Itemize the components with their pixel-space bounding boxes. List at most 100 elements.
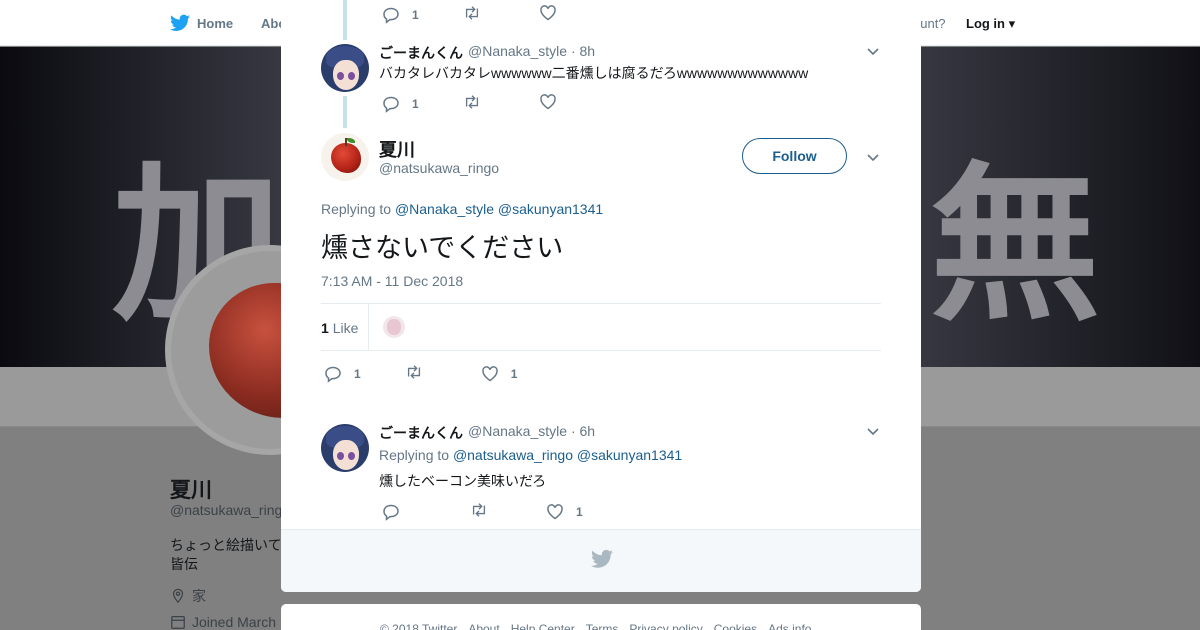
likes-count[interactable]: 1 Like [321,320,358,336]
reply-count: 1 [354,366,361,381]
likes-number: 1 [321,320,329,336]
avatar-eye [348,72,355,80]
avatar[interactable] [321,424,369,472]
handle-text: @Nanaka_style [468,43,568,59]
liker-avatar[interactable] [383,316,405,338]
tweet-text: バカタレバカタレwwwwww二番燻しは腐るだろwwwwwwwwwwwww [379,65,809,81]
retweet-icon [472,503,486,517]
reply-button[interactable]: 1 [324,365,361,383]
profile-joined: Joined March [170,614,276,630]
main-tweet-author-name[interactable]: 夏川 [379,136,415,162]
like-button[interactable]: 1 [546,503,583,521]
avatar[interactable] [321,44,369,92]
nav-home-link[interactable]: Home [197,16,233,31]
reply-button[interactable] [382,503,412,521]
retweet-button[interactable] [463,93,481,114]
profile-bio-line-1: ちょっと絵描いて [170,537,282,553]
retweet-icon [465,6,478,20]
twitter-bird-icon [591,549,613,568]
footer-links: © 2018 Twitter About Help Center Terms P… [380,622,811,630]
replying-prefix: Replying to [321,201,392,217]
tweet-actions: 1 [382,93,557,114]
close-icon[interactable] [1152,10,1182,40]
likes-word: Like [332,320,359,336]
like-button[interactable]: 1 [481,365,518,383]
thread-connector-line [343,0,347,40]
location-pin-icon [172,588,184,604]
calendar-icon [171,616,185,629]
location-text: 家 [192,588,206,604]
like-button[interactable] [539,4,557,25]
reply-button[interactable]: 1 [382,95,419,113]
footer-link-privacy[interactable]: Privacy policy [629,622,702,630]
follow-button[interactable]: Follow [742,138,847,174]
like-button[interactable] [539,93,557,114]
footer-link-ads-info[interactable]: Ads info [768,622,811,630]
retweet-icon [465,95,478,109]
footer-link-cookies[interactable]: Cookies [714,622,757,630]
replying-to: Replying to @natsukawa_ringo @sakunyan13… [379,447,682,463]
footer-link-about[interactable]: About [468,622,499,630]
mention-link[interactable]: @Nanaka_style [395,201,494,217]
tweet-modal: 1 ごーまんくん @Nanaka_style · 8h バカタレバカタレwwww… [281,0,921,592]
like-count: 1 [576,504,583,519]
tweet-author-name[interactable]: ごーまんくん [379,423,463,443]
heart-icon [547,503,563,519]
avatar-eye [348,452,355,460]
retweet-button[interactable] [470,501,488,522]
reply-icon [383,96,399,113]
site-footer: © 2018 Twitter About Help Center Terms P… [281,604,921,630]
reply-count: 1 [412,7,419,22]
avatar[interactable] [321,133,369,181]
avatar-apple [331,143,361,173]
handle-text: @Nanaka_style [468,423,568,439]
footer-copyright: © 2018 Twitter [380,622,458,630]
heart-icon [539,5,556,21]
main-tweet-actions: 1 1 [324,363,517,384]
tweet-text: 燻したベーコン美味いだろ [379,473,547,489]
tweet-author-name[interactable]: ごーまんくん [379,43,463,63]
mention-link[interactable]: @sakunyan1341 [498,201,603,217]
reply-count: 1 [412,96,419,111]
tweet-time[interactable]: · 6h [571,423,595,439]
twitter-bird-icon[interactable] [170,14,190,32]
tweet-author-handle[interactable]: @Nanaka_style · 6h [468,423,595,439]
modal-footer [281,529,921,592]
banner-glyph-right: 無 [930,147,1101,345]
main-tweet-text: 燻さないでください [321,233,564,263]
replying-prefix: Replying to [379,447,450,463]
login-label: Log in [966,16,1005,31]
footer-link-help-center[interactable]: Help Center [511,622,575,630]
joined-text: Joined March [192,614,277,630]
login-dropdown[interactable]: Log in ▾ [966,16,1015,32]
thread-connector-line [343,96,347,128]
replying-to: Replying to @Nanaka_style @sakunyan1341 [321,201,603,217]
retweet-icon [407,365,420,379]
profile-bio-line-2: 皆伝 [170,556,198,572]
tweet-time[interactable]: · 8h [571,43,595,59]
chevron-down-icon[interactable] [865,43,881,59]
avatar-eye [337,452,344,460]
tweet-author-handle[interactable]: @Nanaka_style · 8h [468,43,595,59]
main-tweet-timestamp[interactable]: 7:13 AM - 11 Dec 2018 [321,273,463,289]
mention-link[interactable]: @sakunyan1341 [577,447,682,463]
profile-location: 家 [170,586,206,606]
like-count: 1 [510,366,518,381]
mention-link[interactable]: @natsukawa_ringo [453,447,573,463]
stats-divider [368,304,369,351]
caret-down-icon: ▾ [1005,16,1016,31]
reply-icon [325,366,341,383]
tweet-stats: 1 Like [321,303,881,351]
main-tweet-author-handle[interactable]: @natsukawa_ringo [379,160,499,176]
heart-icon [481,365,498,381]
tweet-actions-top: 1 [382,4,557,25]
reply-button[interactable]: 1 [382,6,419,24]
footer-link-terms[interactable]: Terms [586,622,619,630]
retweet-button[interactable] [463,4,481,25]
retweet-button[interactable] [405,363,423,384]
reply-icon [383,504,399,521]
chevron-down-icon[interactable] [865,423,881,439]
reply-icon [383,7,399,24]
chevron-down-icon[interactable] [865,149,881,165]
profile-handle[interactable]: @natsukawa_ringo [170,502,290,518]
